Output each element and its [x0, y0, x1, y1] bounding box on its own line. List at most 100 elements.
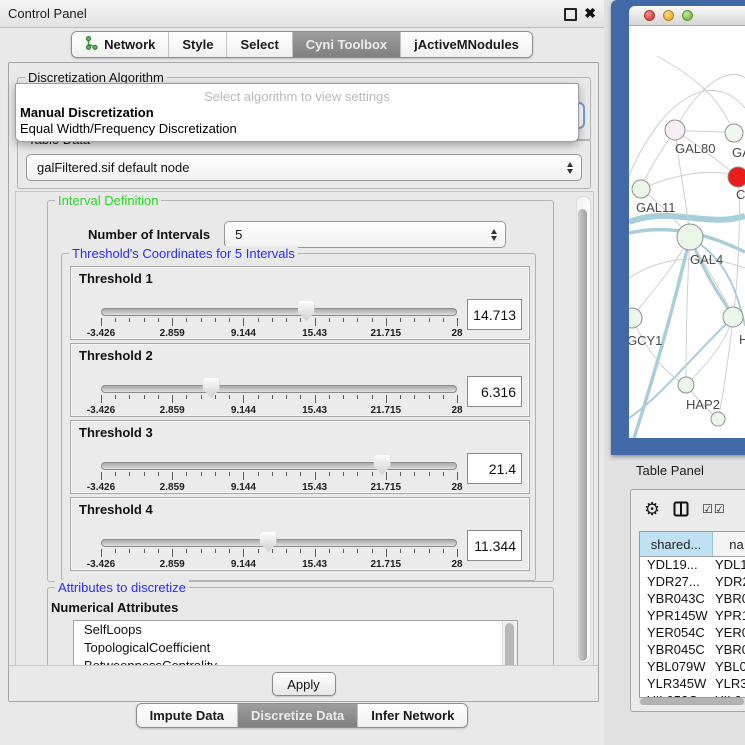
apply-button[interactable]: Apply: [272, 672, 336, 696]
zoom-traffic-light-icon[interactable]: [682, 10, 693, 21]
cell-name[interactable]: YLR3: [712, 676, 745, 693]
table-row[interactable]: YBR045CYBR0: [640, 642, 745, 659]
table-row[interactable]: YDR27...YDR2: [640, 574, 745, 591]
table-data-combobox[interactable]: galFiltered.sif default node: [26, 154, 582, 181]
network-canvas[interactable]: GAL80GACGAL11GAL4GCY1HHAP2: [629, 26, 745, 438]
network-view-window[interactable]: GAL80GACGAL11GAL4GCY1HHAP2: [611, 0, 745, 455]
tab-network[interactable]: Network: [72, 32, 168, 57]
table-row[interactable]: YPR145WYPR1: [640, 608, 745, 625]
cell-name[interactable]: YBL0: [712, 659, 745, 676]
cell-name[interactable]: YDR2: [712, 574, 745, 591]
cell-name[interactable]: YPR1: [712, 608, 745, 625]
tab-label: jActiveMNodules: [414, 37, 519, 52]
minimize-traffic-light-icon[interactable]: [663, 10, 674, 21]
threshold-label: Threshold 3: [79, 425, 153, 440]
tab-style[interactable]: Style: [168, 32, 226, 57]
slider-track[interactable]: [101, 539, 457, 547]
number-of-intervals-combobox[interactable]: 5: [224, 221, 506, 248]
node-label: GA: [732, 145, 745, 160]
threshold-panel-3: Threshold 3 -3.4262.8599.14415.4321.71528…: [70, 420, 530, 494]
table-row[interactable]: YBR043CYBR0: [640, 591, 745, 608]
threshold-value-field[interactable]: 6.316: [467, 376, 522, 407]
cell-shared-name[interactable]: YPR145W: [640, 608, 712, 625]
cell-shared-name[interactable]: YBR043C: [640, 591, 712, 608]
network-node-gal80[interactable]: [665, 120, 685, 140]
thresholds-group-title: Threshold's Coordinates for 5 Intervals: [69, 246, 298, 261]
cell-name[interactable]: YBR0: [712, 642, 745, 659]
table-row[interactable]: YBL079WYBL0: [640, 659, 745, 676]
float-window-icon[interactable]: [564, 8, 577, 21]
threshold-value-field[interactable]: 11.344: [467, 530, 522, 561]
tab-cyni-toolbox[interactable]: Cyni Toolbox: [292, 32, 400, 57]
slider-track[interactable]: [101, 462, 457, 470]
slider-ticks: [101, 318, 457, 327]
tab-select[interactable]: Select: [226, 32, 291, 57]
table-row[interactable]: YER054CYER0: [640, 625, 745, 642]
node-table[interactable]: shared... na YDL19...YDL1YDR27...YDR2YBR…: [639, 531, 745, 698]
network-node-c[interactable]: [728, 167, 745, 187]
network-node[interactable]: [711, 412, 725, 426]
attribute-list-item[interactable]: SelfLoops: [74, 621, 517, 639]
tab-label: Style: [182, 37, 213, 52]
cell-name[interactable]: YDL1: [712, 557, 745, 574]
cell-shared-name[interactable]: YDR27...: [640, 574, 712, 591]
slider-track[interactable]: [101, 308, 457, 316]
column-header-shared-name[interactable]: shared...: [640, 532, 713, 556]
cell-shared-name[interactable]: YBR045C: [640, 642, 712, 659]
threshold-slider[interactable]: -3.4262.8599.14415.4321.71528: [101, 457, 457, 493]
network-node-gal11[interactable]: [632, 180, 650, 198]
threshold-value-field[interactable]: 14.713: [467, 299, 522, 330]
cell-name[interactable]: YBR0: [712, 591, 745, 608]
settings-vertical-scrollbar[interactable]: [576, 196, 591, 663]
slider-track[interactable]: [101, 385, 457, 393]
tab-label: Impute Data: [150, 708, 224, 723]
threshold-slider[interactable]: -3.4262.8599.14415.4321.71528: [101, 380, 457, 416]
threshold-value-field[interactable]: 21.4: [467, 453, 522, 484]
network-node-h[interactable]: [723, 307, 743, 327]
tab-impute-data[interactable]: Impute Data: [137, 704, 237, 727]
network-window-titlebar: [629, 6, 745, 26]
cell-name[interactable]: YER0: [712, 625, 745, 642]
cell-shared-name[interactable]: YER054C: [640, 625, 712, 642]
attribute-list-item[interactable]: TopologicalCoefficient: [74, 639, 517, 657]
tab-jactivemnodules[interactable]: jActiveMNodules: [400, 32, 532, 57]
algorithm-dropdown-hint: Select algorithm to view settings: [16, 89, 578, 104]
close-icon[interactable]: ✖: [584, 5, 596, 21]
dropdown-option-manual-discretization[interactable]: Manual Discretization: [16, 104, 578, 120]
gear-icon[interactable]: ⚙: [644, 500, 660, 518]
table-horizontal-scrollbar[interactable]: [639, 698, 745, 705]
network-node-gal4[interactable]: [677, 224, 703, 250]
table-row[interactable]: YLR345WYLR3: [640, 676, 745, 693]
cell-shared-name[interactable]: YLR345W: [640, 676, 712, 693]
panel-title: Control Panel: [8, 6, 87, 21]
network-node-hap2[interactable]: [678, 377, 694, 393]
network-node-ga[interactable]: [725, 124, 743, 142]
node-table-header: shared... na: [640, 532, 745, 557]
numerical-attributes-list[interactable]: SelfLoopsTopologicalCoefficientBetweenne…: [73, 620, 518, 668]
scrollbar-thumb[interactable]: [578, 209, 587, 661]
threshold-slider[interactable]: -3.4262.8599.14415.4321.71528: [101, 303, 457, 339]
scrollbar-thumb[interactable]: [640, 698, 744, 705]
dropdown-option-equal-width-frequency-discretization[interactable]: Equal Width/Frequency Discretization: [16, 120, 578, 136]
node-label: GAL11: [636, 200, 676, 215]
network-node-gcy1[interactable]: [629, 308, 642, 328]
attributes-list-scrollbar[interactable]: [502, 621, 517, 668]
slider-tick-labels: -3.4262.8599.14415.4321.71528: [101, 328, 457, 340]
column-header-name[interactable]: na: [713, 532, 745, 556]
interval-definition-group-title: Interval Definition: [55, 193, 161, 208]
top-tabstrip: Network Style SelectCyni Toolbox jActiveMNo…: [0, 31, 604, 58]
network-nodes: GAL80GACGAL11GAL4GCY1HHAP2: [629, 120, 745, 426]
threshold-panel-4: Threshold 4-3.4262.8599.14415.4321.71528…: [70, 497, 530, 571]
cell-shared-name[interactable]: YBL079W: [640, 659, 712, 676]
close-traffic-light-icon[interactable]: [644, 10, 655, 21]
cell-shared-name[interactable]: YDL19...: [640, 557, 712, 574]
threshold-slider[interactable]: -3.4262.8599.14415.4321.71528: [101, 534, 457, 570]
table-row[interactable]: YDL19...YDL1: [640, 557, 745, 574]
select-columns-checkboxes-icon[interactable]: ☑☑: [702, 502, 726, 516]
combobox-stepper-icon: [567, 162, 573, 174]
number-of-intervals-row: Number of Intervals 5: [88, 221, 506, 248]
tab-infer-network[interactable]: Infer Network: [357, 704, 467, 727]
columns-icon[interactable]: [673, 501, 689, 517]
slider-tick-labels: -3.4262.8599.14415.4321.71528: [101, 559, 457, 571]
tab-discretize-data[interactable]: Discretize Data: [237, 704, 357, 727]
